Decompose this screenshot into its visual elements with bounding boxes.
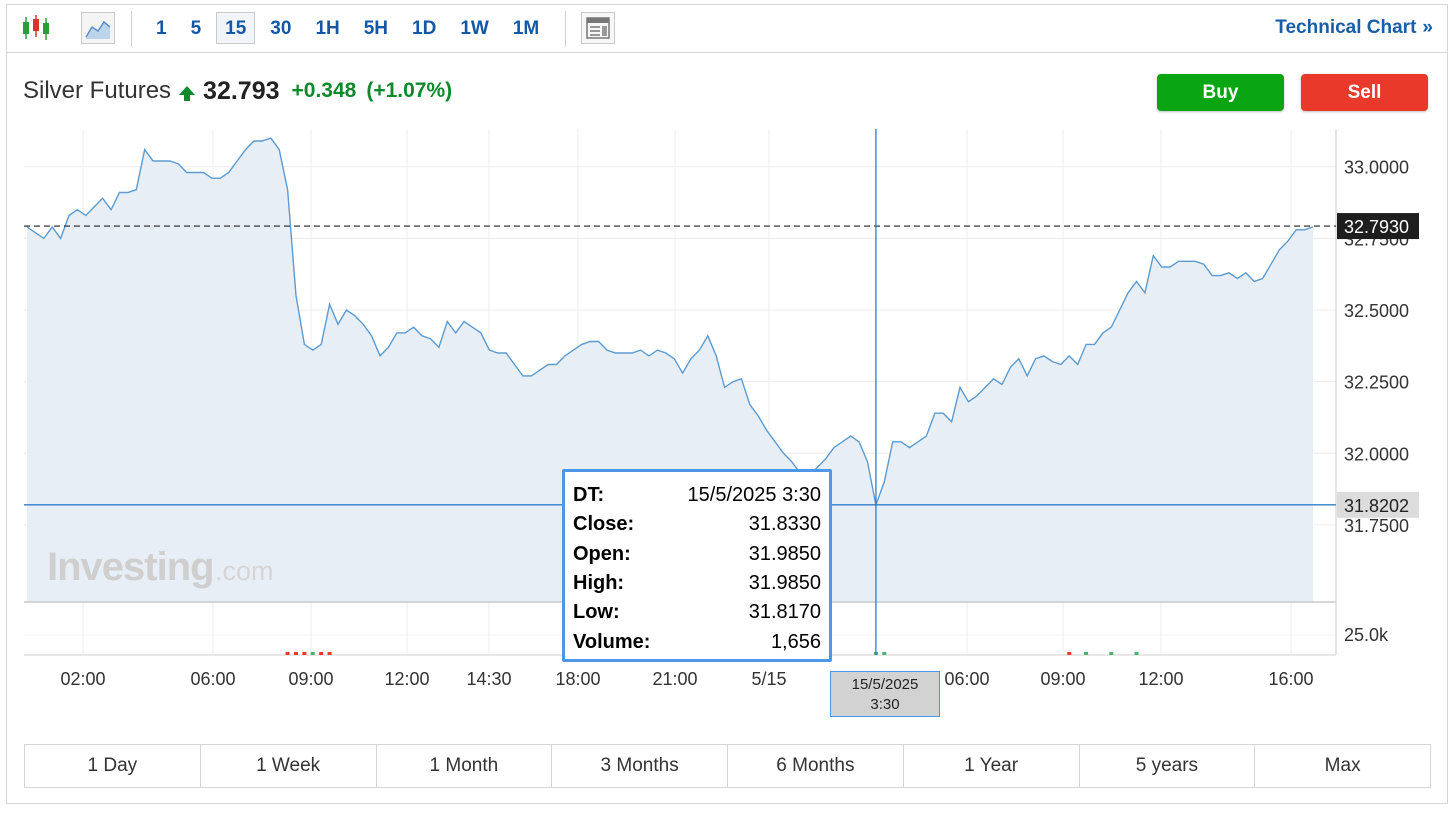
x-tick-label: 06:00 — [944, 669, 989, 689]
volume-bar — [285, 652, 290, 655]
x-tick-label: 5/15 — [751, 669, 786, 689]
tooltip-value: 15/5/2025 3:30 — [687, 484, 821, 506]
x-tick-label: 21:00 — [652, 669, 697, 689]
x-tick-label: 18:00 — [555, 669, 600, 689]
y-tick-label: 32.2500 — [1344, 373, 1409, 393]
range-1-year[interactable]: 1 Year — [904, 745, 1080, 787]
volume-bar — [327, 652, 332, 655]
tooltip-row: Low: 31.8170 — [573, 601, 821, 629]
range-5-years[interactable]: 5 years — [1080, 745, 1256, 787]
volume-bar — [882, 652, 887, 655]
tooltip-key: Volume: — [573, 630, 651, 653]
crosshair-date-time: 3:30 — [870, 696, 900, 713]
volume-tick-label: 25.0k — [1344, 625, 1389, 645]
volume-bar — [1067, 652, 1072, 655]
x-tick-label: 12:00 — [1138, 669, 1183, 689]
x-tick-label: 06:00 — [190, 669, 235, 689]
range-1-week[interactable]: 1 Week — [201, 745, 377, 787]
tooltip-row: High: 31.9850 — [573, 572, 821, 600]
last-price-tag-label: 32.7930 — [1344, 217, 1409, 237]
volume-bar — [302, 652, 307, 655]
tooltip-key: Close: — [573, 513, 635, 536]
x-tick-label: 02:00 — [60, 669, 105, 689]
ohlc-tooltip: DT: 15/5/2025 3:30 Close: 31.8330 Open: 31.98… — [562, 469, 832, 662]
y-tick-label: 32.0000 — [1344, 444, 1409, 464]
range-1-day[interactable]: 1 Day — [25, 745, 201, 787]
crosshair-date-day: 15/5/2025 — [851, 676, 919, 693]
tooltip-row: DT: 15/5/2025 3:30 — [573, 484, 821, 512]
x-tick-label: 12:00 — [384, 669, 429, 689]
tooltip-value: 1,656 — [770, 630, 821, 653]
x-tick-label: 09:00 — [1040, 669, 1085, 689]
y-tick-label: 32.5000 — [1344, 301, 1409, 321]
tooltip-row: Volume: 1,656 — [573, 631, 821, 659]
crosshair-price-label: 31.8202 — [1344, 496, 1409, 516]
volume-bar — [293, 652, 298, 655]
tooltip-value: 31.9850 — [748, 542, 821, 565]
volume-bar — [319, 652, 324, 655]
tooltip-key: High: — [573, 571, 625, 594]
range-6-months[interactable]: 6 Months — [728, 745, 904, 787]
tooltip-key: Low: — [573, 601, 620, 624]
x-tick-label: 16:00 — [1268, 669, 1313, 689]
volume-bar — [1109, 652, 1114, 655]
tooltip-value: 31.8330 — [748, 513, 821, 536]
time-range-bar: 1 Day 1 Week 1 Month 3 Months 6 Months 1 Year… — [24, 744, 1431, 788]
range-1-month[interactable]: 1 Month — [377, 745, 553, 787]
range-max[interactable]: Max — [1255, 745, 1430, 787]
watermark-suffix: .com — [215, 556, 274, 586]
y-tick-label: 31.7500 — [1344, 516, 1409, 536]
tooltip-key: Open: — [573, 542, 631, 565]
tooltip-row: Close: 31.8330 — [573, 513, 821, 541]
tooltip-value: 31.9850 — [748, 571, 821, 594]
volume-bar — [1084, 652, 1089, 655]
tooltip-value: 31.8170 — [748, 601, 821, 624]
x-tick-label: 09:00 — [288, 669, 333, 689]
volume-bar — [1134, 652, 1139, 655]
watermark-brand: Investing — [47, 545, 214, 589]
crosshair-date-label: 15/5/2025 3:30 — [830, 671, 940, 717]
x-tick-label: 14:30 — [466, 669, 511, 689]
tooltip-key: DT: — [573, 484, 605, 506]
tooltip-row: Open: 31.9850 — [573, 543, 821, 571]
chart-widget: 1 5 15 30 1H 5H 1D 1W 1M Technical Chart» Silver… — [6, 4, 1448, 804]
range-3-months[interactable]: 3 Months — [552, 745, 728, 787]
y-tick-label: 33.0000 — [1344, 158, 1409, 178]
volume-bar — [310, 652, 315, 655]
